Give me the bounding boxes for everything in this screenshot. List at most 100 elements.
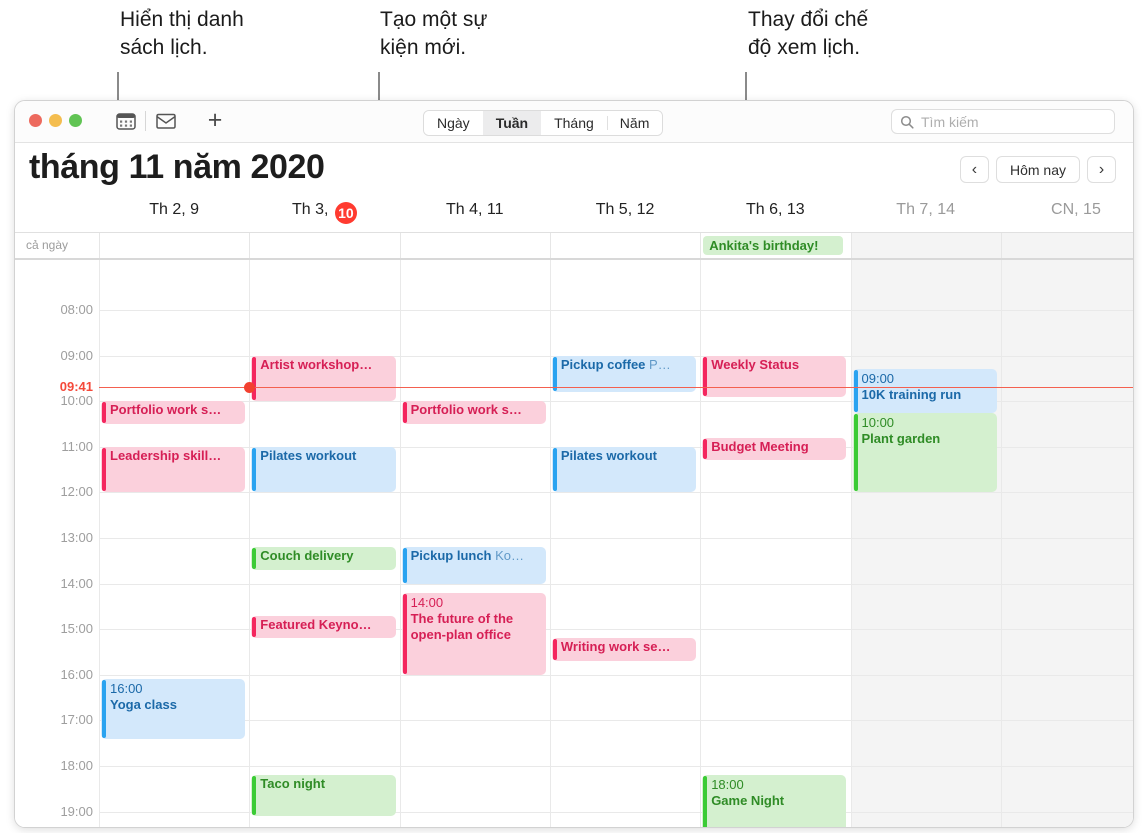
event-title: 10K training run bbox=[861, 387, 962, 403]
calendar-event[interactable]: Pilates workout bbox=[251, 446, 396, 493]
event-color-bar bbox=[552, 639, 557, 661]
hour-label-1600: 16:00 bbox=[60, 666, 93, 682]
event-subtitle: P… bbox=[645, 356, 671, 372]
calendar-event[interactable]: Weekly Status bbox=[702, 355, 847, 397]
window-titlebar: + Ngày Tuần Tháng Năm Tìm kiếm bbox=[15, 101, 1133, 143]
column-gridline-0 bbox=[99, 260, 100, 827]
week-grid[interactable]: 08:00 09:00 10:00 11:00 12:00 13:00 14:00 15:00… bbox=[15, 260, 1133, 827]
all-day-cell-3[interactable] bbox=[549, 233, 701, 258]
event-title: Pilates workout bbox=[560, 447, 657, 463]
hour-gridline bbox=[99, 538, 1133, 539]
event-title: Pilates workout bbox=[260, 447, 357, 463]
calendar-event[interactable]: Couch delivery bbox=[251, 547, 396, 570]
hour-label-1100: 11:00 bbox=[61, 438, 93, 454]
event-title: Portfolio work s… bbox=[410, 402, 522, 418]
calendar-event[interactable]: Artist workshop… bbox=[251, 355, 396, 402]
day-header-5[interactable]: Th 7, 14 bbox=[851, 201, 1001, 219]
view-mode-segmented-control[interactable]: Ngày Tuần Tháng Năm bbox=[423, 110, 664, 136]
event-time: 10:00 bbox=[861, 414, 895, 430]
previous-week-button[interactable]: ‹ bbox=[959, 156, 989, 183]
event-color-bar bbox=[252, 356, 257, 401]
calendar-event[interactable]: 14:00 The future of the open-plan office bbox=[401, 592, 546, 675]
event-color-bar bbox=[252, 616, 257, 638]
calendar-event[interactable]: Portfolio work s… bbox=[401, 401, 546, 424]
day-header-6[interactable]: CN, 15 bbox=[1001, 201, 1133, 219]
inbox-icon[interactable] bbox=[153, 109, 179, 133]
event-title: Yoga class bbox=[110, 697, 177, 713]
calendar-event[interactable]: 18:00 Game Night bbox=[702, 775, 847, 827]
calendar-event[interactable]: 16:00 Yoga class bbox=[101, 679, 246, 739]
event-title: Plant garden bbox=[861, 430, 941, 446]
hour-gridline bbox=[99, 310, 1133, 311]
maximize-window-button[interactable] bbox=[69, 114, 82, 127]
hour-label-0800: 08:00 bbox=[60, 302, 93, 317]
calendar-event[interactable]: Taco night bbox=[251, 775, 396, 817]
event-color-bar bbox=[252, 447, 257, 492]
callout-view-mode-text: Thay đổi chế độ xem lịch. bbox=[748, 8, 869, 59]
event-title: Budget Meeting bbox=[711, 438, 809, 454]
all-day-cell-5[interactable] bbox=[850, 233, 1002, 258]
view-tab-week[interactable]: Tuần bbox=[482, 111, 542, 135]
calendar-event[interactable]: Pilates workout bbox=[551, 446, 697, 493]
calendar-event[interactable]: Portfolio work s… bbox=[101, 401, 246, 424]
hour-label-1000: 10:00 bbox=[60, 393, 93, 409]
hour-gridline bbox=[99, 492, 1133, 494]
all-day-cell-1[interactable] bbox=[249, 233, 400, 258]
current-time-label: 09:41 bbox=[59, 378, 93, 394]
page-title: tháng 11 năm 2020 bbox=[29, 148, 325, 186]
view-tab-day[interactable]: Ngày bbox=[424, 111, 483, 135]
hour-gridline bbox=[99, 720, 1133, 722]
event-color-bar bbox=[703, 776, 708, 827]
calendar-event[interactable]: Writing work se… bbox=[551, 638, 697, 662]
calendar-event[interactable]: 09:00 10K training run bbox=[852, 369, 997, 413]
all-day-cell-2[interactable] bbox=[399, 233, 551, 258]
day-header-4[interactable]: Th 6, 13 bbox=[700, 201, 850, 219]
all-day-event[interactable]: Ankita's birthday! bbox=[703, 236, 844, 255]
today-button[interactable]: Hôm nay bbox=[995, 156, 1080, 183]
minimize-window-button[interactable] bbox=[49, 114, 62, 127]
view-tab-month[interactable]: Tháng bbox=[541, 111, 607, 135]
event-color-bar bbox=[853, 413, 858, 492]
hour-label-1800: 18:00 bbox=[60, 758, 93, 773]
calendar-event[interactable]: 10:00 Plant garden bbox=[852, 412, 997, 493]
event-time: 09:00 bbox=[861, 371, 895, 387]
calendar-event[interactable]: Featured Keyno… bbox=[251, 615, 396, 639]
calendar-list-icon[interactable] bbox=[113, 109, 139, 133]
event-color-bar bbox=[252, 776, 257, 816]
calendar-event[interactable]: Pickup lunch Ko… bbox=[401, 547, 546, 584]
event-color-bar bbox=[703, 356, 708, 396]
day-header-label: Th 3, bbox=[291, 201, 333, 218]
event-color-bar bbox=[102, 402, 106, 423]
all-day-row: cả ngày Ankita's birthday! bbox=[15, 232, 1133, 260]
day-header-3[interactable]: Th 5, 12 bbox=[550, 201, 700, 219]
all-day-cell-0[interactable] bbox=[99, 233, 250, 258]
day-header-label: Th 2, 9 bbox=[149, 201, 200, 218]
hour-label-1500: 15:00 bbox=[60, 621, 93, 637]
event-title: Pickup lunch Ko… bbox=[410, 548, 525, 564]
today-date-badge: 10 bbox=[334, 202, 357, 224]
hour-label-1400: 14:00 bbox=[60, 575, 93, 591]
view-tab-year[interactable]: Năm bbox=[606, 111, 663, 135]
hour-gridline bbox=[99, 674, 1133, 676]
event-color-bar bbox=[402, 402, 407, 423]
day-header-1[interactable]: Th 3, 10 bbox=[249, 201, 399, 224]
event-color-bar bbox=[402, 593, 407, 674]
event-color-bar bbox=[102, 680, 106, 738]
weekend-column-shade-5 bbox=[850, 260, 1001, 827]
all-day-label: cả ngày bbox=[26, 238, 69, 252]
calendar-event[interactable]: Leadership skill… bbox=[101, 446, 246, 493]
event-color-bar bbox=[402, 548, 407, 583]
hour-label-0900: 09:00 bbox=[60, 347, 93, 363]
day-header-0[interactable]: Th 2, 9 bbox=[99, 201, 249, 219]
day-header-2[interactable]: Th 4, 11 bbox=[400, 201, 550, 219]
search-input[interactable]: Tìm kiếm bbox=[891, 109, 1115, 134]
all-day-cell-6[interactable] bbox=[1000, 233, 1133, 258]
event-color-bar bbox=[552, 447, 557, 492]
plus-icon[interactable]: + bbox=[203, 108, 227, 133]
event-title: Game Night bbox=[711, 793, 785, 809]
column-gridline-2 bbox=[399, 260, 401, 827]
calendar-event[interactable]: Budget Meeting bbox=[702, 437, 847, 461]
next-week-button[interactable]: › bbox=[1087, 156, 1116, 183]
event-title: Weekly Status bbox=[711, 356, 800, 372]
close-window-button[interactable] bbox=[29, 114, 42, 127]
